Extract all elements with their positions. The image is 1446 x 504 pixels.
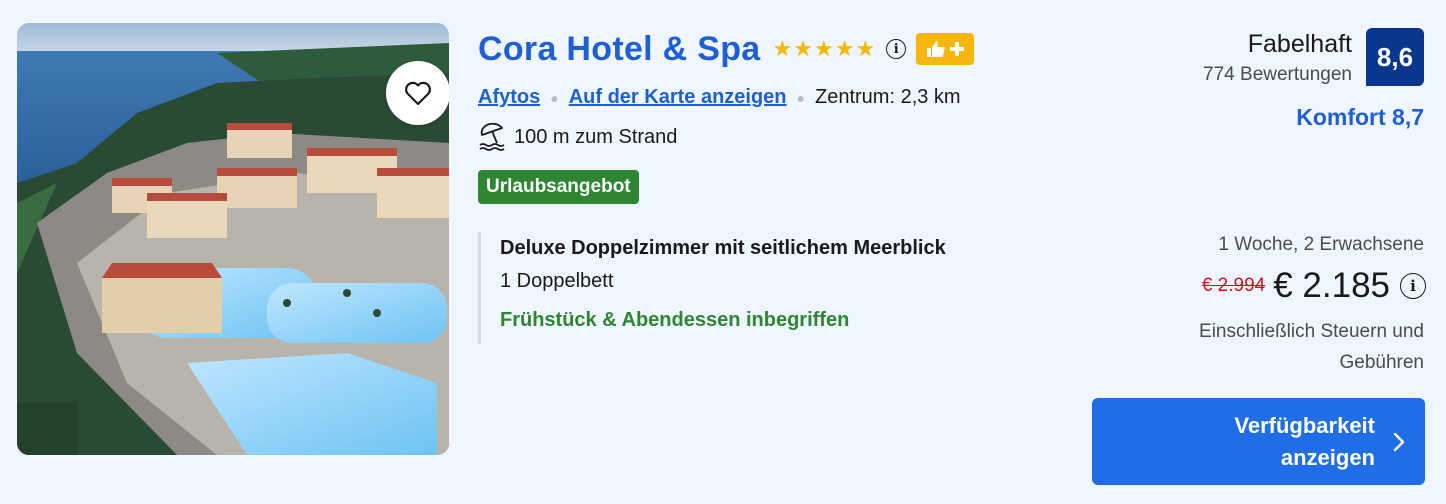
see-availability-button[interactable]: Verfügbarkeit anzeigen bbox=[1092, 398, 1425, 485]
see-availability-label: Verfügbarkeit anzeigen bbox=[1234, 412, 1375, 470]
current-price: € 2.185 bbox=[1273, 266, 1390, 305]
hotel-aerial-image bbox=[17, 23, 449, 455]
heart-icon bbox=[405, 81, 431, 106]
title-row: Cora Hotel & Spa ★ ★ ★ ★ ★ i bbox=[478, 26, 975, 72]
star-icon: ★ bbox=[834, 36, 856, 61]
review-score-badge[interactable]: 8,6 bbox=[1366, 28, 1424, 86]
beach-distance: 100 m zum Strand bbox=[514, 125, 678, 148]
tax-note: Einschließlich Steuern und Gebühren bbox=[1199, 321, 1424, 373]
review-label[interactable]: Fabelhaft bbox=[1248, 30, 1352, 59]
star-icon: ★ bbox=[793, 36, 814, 61]
plus-icon bbox=[949, 42, 964, 56]
thumbs-up-plus-icon[interactable] bbox=[916, 33, 975, 65]
location-row: Afytos ● Auf der Karte anzeigen ● Zentru… bbox=[478, 86, 961, 109]
price-info-icon[interactable]: i bbox=[1400, 273, 1426, 299]
star-icon: ★ bbox=[772, 36, 794, 61]
meal-plan: Frühstück & Abendessen inbegriffen bbox=[500, 309, 850, 331]
review-count[interactable]: 774 Bewertungen bbox=[1203, 64, 1352, 86]
beach-umbrella-icon bbox=[479, 123, 505, 151]
room-info: Deluxe Doppelzimmer mit seitlichem Meerb… bbox=[478, 232, 946, 344]
map-link[interactable]: Auf der Karte anzeigen bbox=[569, 86, 787, 109]
comfort-score: Komfort 8,7 bbox=[1296, 104, 1424, 130]
favorite-button[interactable] bbox=[386, 61, 449, 125]
location-link[interactable]: Afytos bbox=[478, 86, 540, 109]
deal-badge: Urlaubsangebot bbox=[478, 170, 639, 204]
separator-dot: ● bbox=[796, 89, 805, 106]
chevron-right-icon bbox=[1379, 432, 1419, 452]
hotel-name-link[interactable]: Cora Hotel & Spa bbox=[478, 30, 761, 69]
stay-details: 1 Woche, 2 Erwachsene bbox=[1218, 234, 1424, 255]
hotel-photo[interactable] bbox=[17, 23, 449, 455]
beach-distance-row: 100 m zum Strand bbox=[478, 123, 677, 151]
star-rating: ★ ★ ★ ★ ★ bbox=[773, 36, 877, 62]
star-icon: ★ bbox=[813, 36, 835, 61]
room-name: Deluxe Doppelzimmer mit seitlichem Meerb… bbox=[500, 237, 946, 259]
property-card: Cora Hotel & Spa ★ ★ ★ ★ ★ i Afytos ● Au… bbox=[0, 0, 1446, 504]
center-distance: Zentrum: 2,3 km bbox=[815, 86, 961, 108]
separator-dot: ● bbox=[550, 89, 559, 106]
thumbs-up-icon bbox=[926, 41, 945, 57]
star-icon: ★ bbox=[855, 36, 877, 61]
original-price: € 2.994 bbox=[1201, 275, 1266, 296]
price-row: € 2.994 € 2.185 i bbox=[1202, 266, 1426, 306]
info-icon[interactable]: i bbox=[886, 39, 907, 59]
bed-type: 1 Doppelbett bbox=[500, 270, 614, 292]
